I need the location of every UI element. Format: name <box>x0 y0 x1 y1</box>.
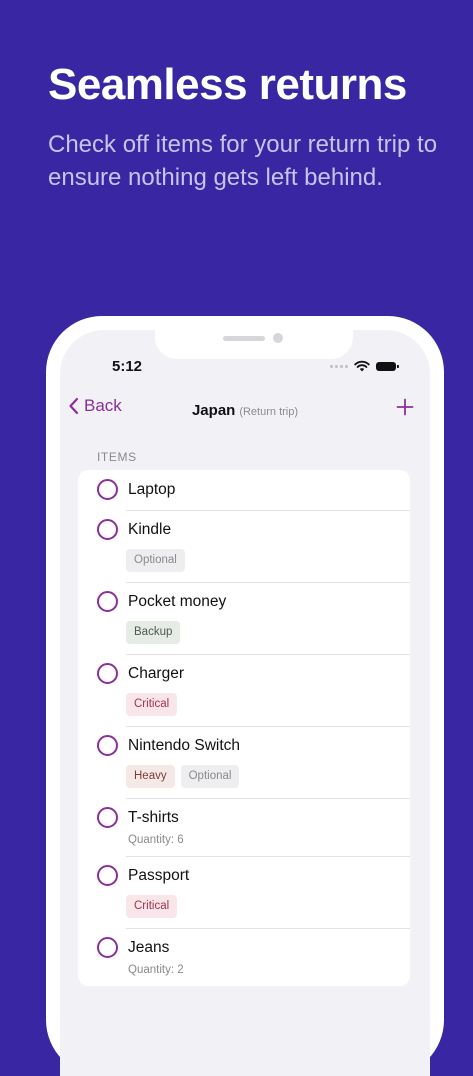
status-time: 5:12 <box>112 358 143 375</box>
item-name: Nintendo Switch <box>128 737 241 754</box>
item-name: Laptop <box>128 481 176 498</box>
section-label: ITEMS <box>97 450 137 464</box>
item-tags: Critical <box>126 693 410 716</box>
item-name: T-shirts <box>128 809 179 826</box>
checkbox-circle-icon[interactable] <box>97 937 118 958</box>
list-item[interactable]: Pocket money Backup <box>78 582 410 654</box>
tag-badge: Backup <box>126 621 181 644</box>
checkbox-circle-icon[interactable] <box>97 735 118 756</box>
item-name: Passport <box>128 867 190 884</box>
add-button[interactable] <box>396 398 414 421</box>
list-item[interactable]: Charger Critical <box>78 654 410 726</box>
checkbox-circle-icon[interactable] <box>97 663 118 684</box>
phone-screen: 5:12 Back Japan (Return trip) ITEMS Lapt… <box>60 330 430 1076</box>
item-tags: Heavy Optional <box>126 765 410 788</box>
tag-badge: Optional <box>180 765 240 788</box>
list-item[interactable]: Passport Critical <box>78 856 410 928</box>
item-quantity: Quantity: 2 <box>128 964 184 976</box>
checkbox-circle-icon[interactable] <box>97 591 118 612</box>
notch <box>155 330 353 359</box>
checkbox-circle-icon[interactable] <box>97 519 118 540</box>
item-quantity: Quantity: 6 <box>128 834 184 846</box>
speaker <box>223 336 265 341</box>
tag-badge: Optional <box>126 549 185 572</box>
checkbox-circle-icon[interactable] <box>97 865 118 886</box>
headline: Seamless returns <box>48 60 407 109</box>
wifi-icon <box>354 360 370 372</box>
tag-badge: Critical <box>126 895 178 918</box>
list-item[interactable]: Laptop <box>78 470 410 510</box>
item-name: Pocket money <box>128 593 227 610</box>
trip-subtitle: (Return trip) <box>239 406 299 418</box>
status-icons <box>330 360 399 372</box>
signal-icon <box>330 364 348 368</box>
page-title: Japan (Return trip) <box>60 402 430 419</box>
list-item[interactable]: Kindle Optional <box>78 510 410 582</box>
item-tags: Critical <box>126 895 410 918</box>
item-tags: Backup <box>126 621 410 644</box>
navigation-bar: Back Japan (Return trip) <box>60 396 430 428</box>
battery-icon <box>376 361 399 371</box>
subheadline: Check off items for your return trip to … <box>48 131 438 191</box>
item-name: Kindle <box>128 521 172 538</box>
phone-frame: 5:12 Back Japan (Return trip) ITEMS Lapt… <box>46 316 444 1076</box>
checkbox-circle-icon[interactable] <box>97 479 118 500</box>
trip-name: Japan <box>191 402 236 419</box>
checkbox-circle-icon[interactable] <box>97 807 118 828</box>
item-tags: Optional <box>126 549 410 572</box>
plus-icon <box>396 398 414 416</box>
camera <box>273 333 283 343</box>
tag-badge: Heavy <box>126 765 175 788</box>
list-item[interactable]: Jeans Quantity: 2 <box>78 928 410 986</box>
item-name: Charger <box>128 665 184 682</box>
list-item[interactable]: T-shirts Quantity: 6 <box>78 798 410 856</box>
tag-badge: Critical <box>126 693 178 716</box>
list-item[interactable]: Nintendo Switch Heavy Optional <box>78 726 410 798</box>
items-list: Laptop Kindle Optional Pocket money Backup Ch… <box>78 470 410 986</box>
item-name: Jeans <box>128 939 170 956</box>
